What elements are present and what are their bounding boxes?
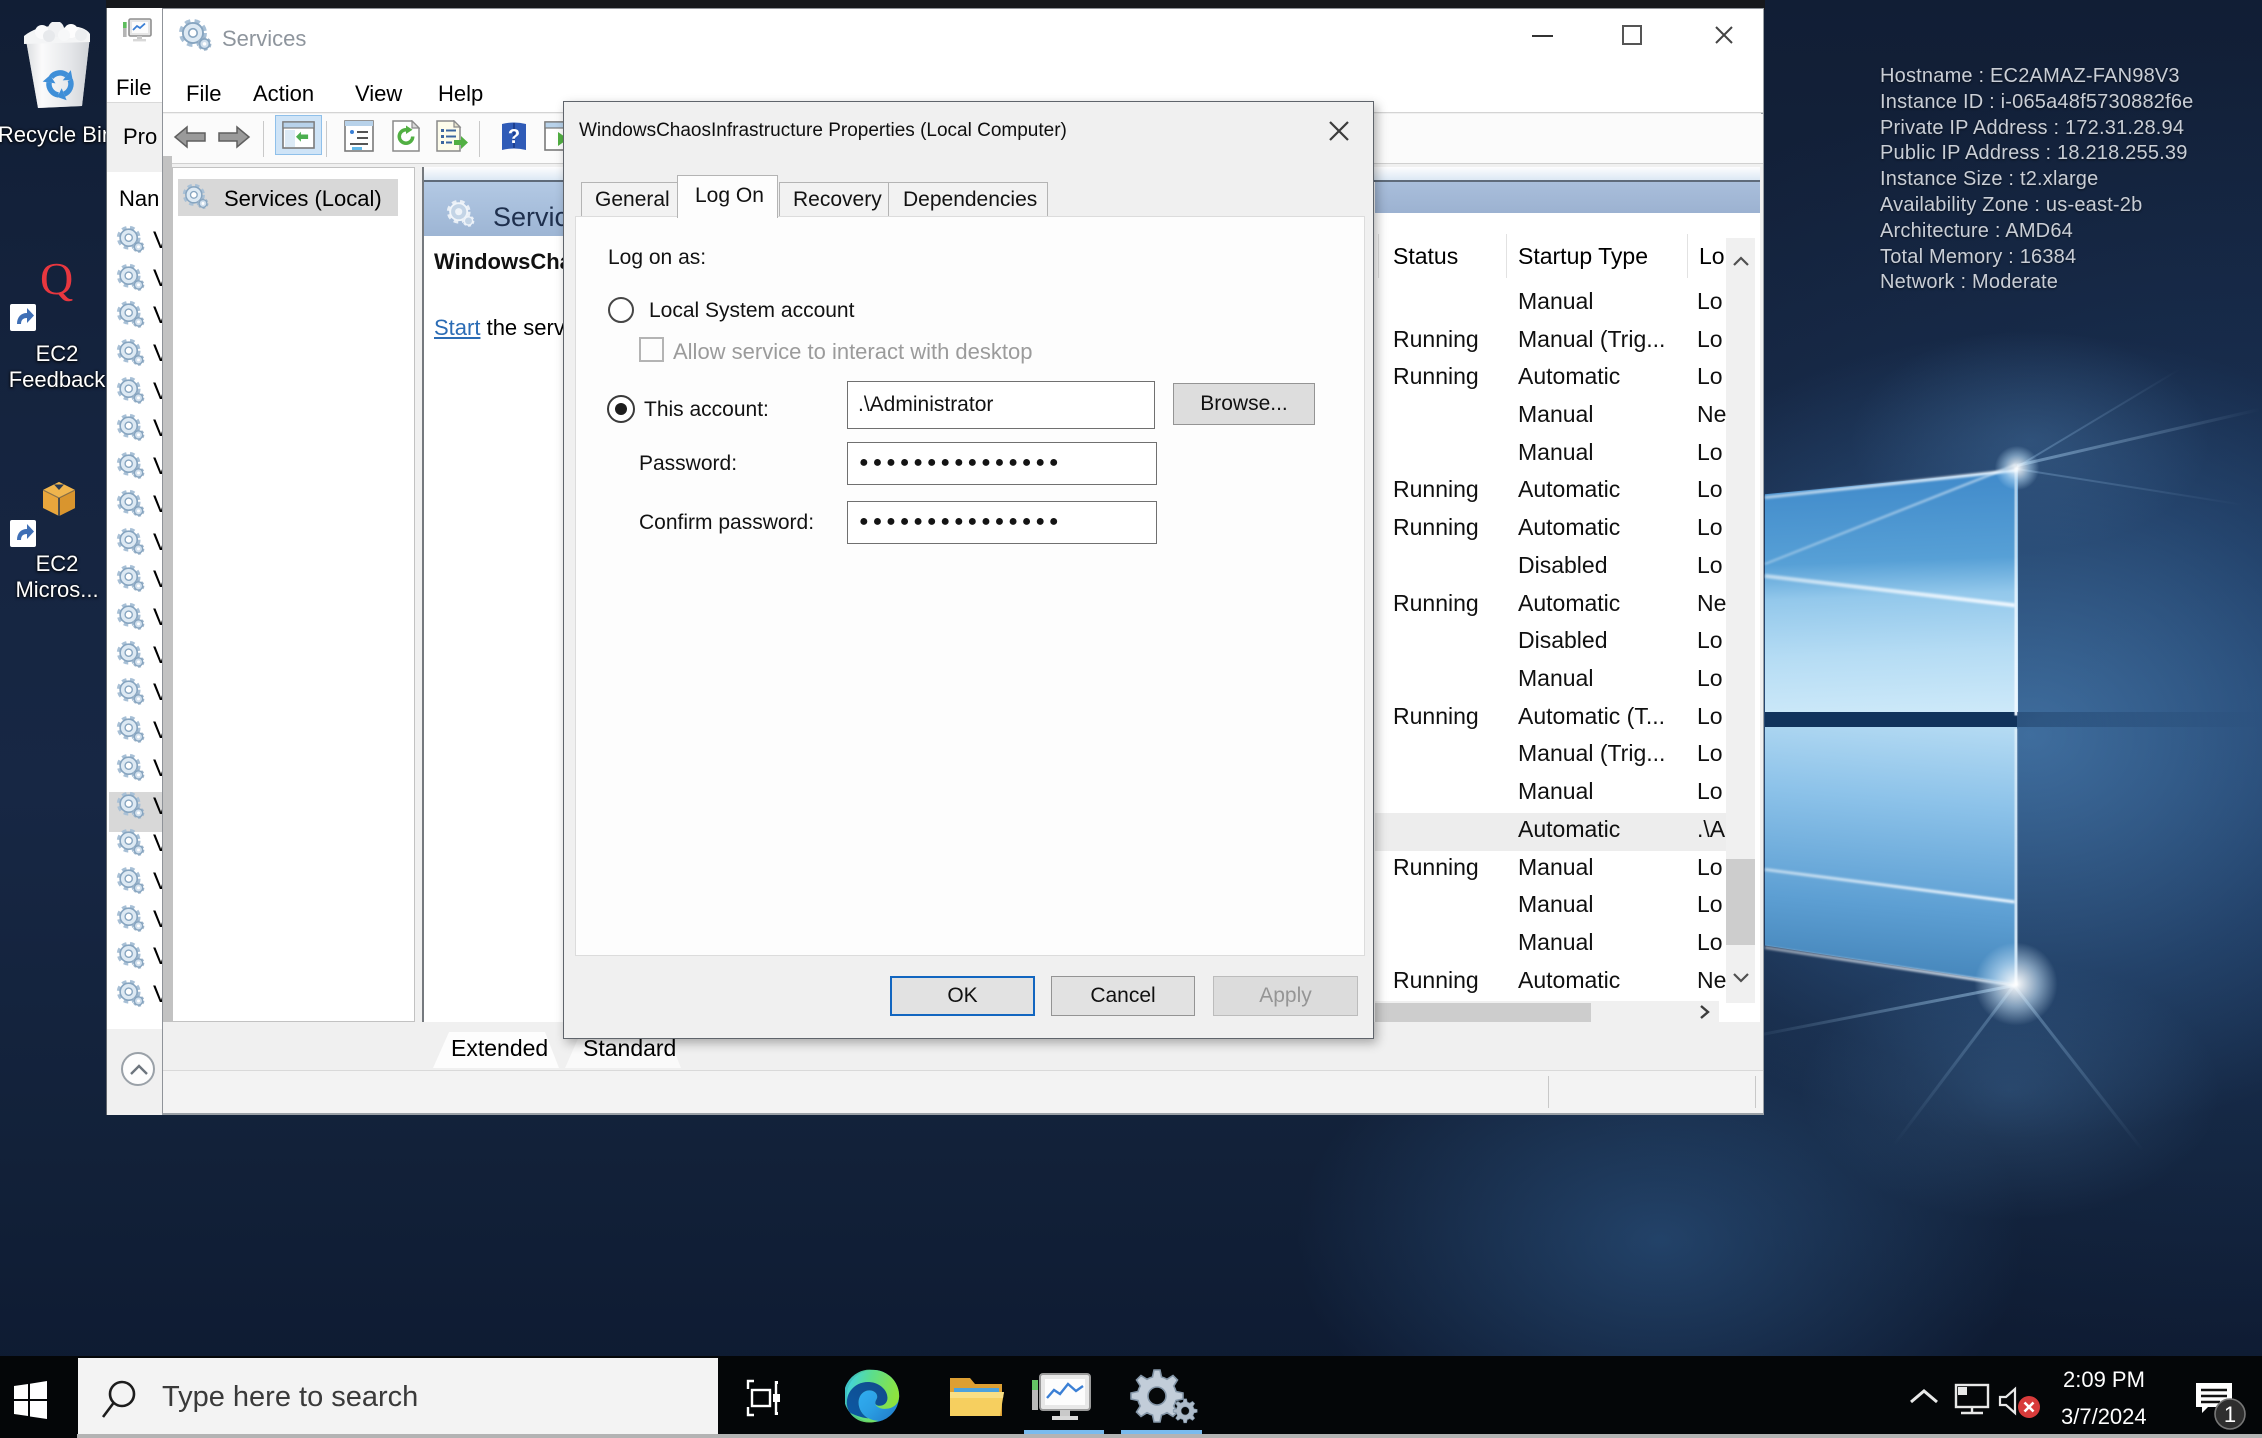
svg-text:1: 1 <box>2224 1402 2236 1427</box>
